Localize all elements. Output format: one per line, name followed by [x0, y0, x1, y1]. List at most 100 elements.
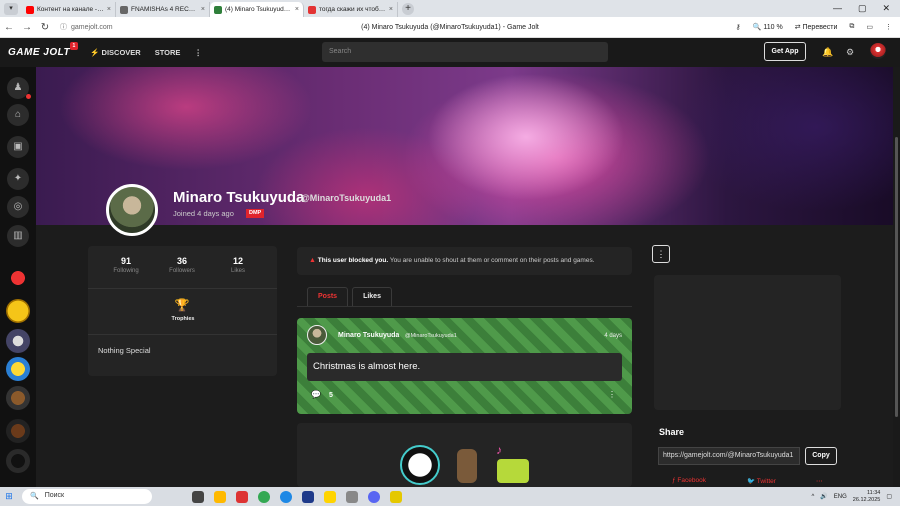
post-author-avatar[interactable]	[307, 325, 327, 345]
post-body: Christmas is almost here.	[307, 353, 622, 381]
sidebar-community-7[interactable]	[6, 449, 30, 473]
page-favicon-icon	[308, 5, 316, 14]
character-image	[497, 459, 529, 483]
facebook-label: Facebook	[677, 477, 706, 484]
address-bar-actions: ⚷ 🔍 110 % ⇄ Перевести ⧉ ▭ ⋮	[736, 23, 900, 31]
language-indicator[interactable]: ENG	[834, 494, 847, 500]
notifications-bell-icon[interactable]: 🔔	[822, 47, 833, 58]
sidebar-community-4[interactable]	[6, 357, 30, 381]
browser-tab-other[interactable]: тогда скажи их чтобы они ×	[304, 2, 398, 17]
stat-followers[interactable]: 36 Followers	[157, 256, 207, 274]
windows-start-icon[interactable]: ⊞	[0, 487, 18, 506]
browser-tab-gamejolt[interactable]: (4) Minaro Tsukuyuda (@MinaroTsukuyuda1)…	[210, 2, 304, 17]
activity-icon[interactable]: ⚙	[846, 47, 854, 58]
clock[interactable]: 11:34 26.12.2025	[853, 490, 881, 504]
trophy-icon[interactable]: 🏆	[173, 298, 191, 312]
volume-icon[interactable]: 🔊	[820, 493, 827, 500]
browser-address-bar: ← → ↻ ⓘ gamejolt.com (4) Minaro Tsukuyud…	[0, 17, 900, 38]
sidebar-quests-icon[interactable]: ✦	[7, 168, 29, 190]
nav-discover-label: DISCOVER	[101, 48, 141, 57]
sidebar-store-icon[interactable]: ⌂	[7, 104, 29, 126]
translate-button[interactable]: ⇄ Перевести	[795, 23, 838, 31]
comment-icon[interactable]: 💬	[311, 390, 321, 399]
key-icon[interactable]: ⚷	[736, 23, 741, 31]
search-input[interactable]: Search	[322, 42, 608, 62]
stat-value: 12	[232, 256, 243, 266]
tray-chevron-icon[interactable]: ^	[811, 494, 814, 500]
scroll-thumb[interactable]	[895, 137, 898, 417]
close-tab-icon[interactable]: ×	[295, 6, 299, 13]
tab-title: тогда скажи их чтобы они	[319, 6, 386, 13]
page-favicon-icon	[120, 5, 128, 14]
browser-tab-fnamishas[interactable]: FNAMISHAs 4 RECODED ×	[116, 2, 210, 17]
zoom-level[interactable]: 🔍 110 %	[753, 23, 783, 31]
reload-icon[interactable]: ↻	[36, 22, 54, 33]
back-icon[interactable]: ←	[0, 22, 18, 33]
sidebar-library-icon[interactable]: ▥	[7, 225, 29, 247]
trophies-label[interactable]: Trophies	[148, 316, 218, 322]
post-author-name[interactable]: Minaro Tsukuyuda	[338, 332, 399, 339]
profile-avatar[interactable]	[106, 184, 158, 236]
minimize-icon[interactable]: —	[833, 3, 842, 14]
new-tab-icon[interactable]: +	[402, 2, 414, 15]
nav-more-icon[interactable]: ⋮	[194, 48, 202, 57]
tab-posts[interactable]: Posts	[307, 287, 349, 307]
forward-icon[interactable]: →	[18, 22, 36, 33]
nav-store[interactable]: STORE	[155, 48, 181, 57]
site-info-icon[interactable]: ⓘ	[60, 22, 67, 32]
close-tab-icon[interactable]: ×	[389, 6, 393, 13]
left-sidebar: ♟ ⌂ ▣ ✦ ◎ ▥	[0, 67, 36, 487]
taskview-icon[interactable]	[192, 490, 204, 503]
tabs-divider	[297, 306, 632, 307]
share-facebook[interactable]: ƒ Facebook	[672, 477, 706, 484]
sidebar-community-1[interactable]	[6, 266, 30, 290]
share-url-field[interactable]: https://gamejolt.com/@MinaroTsukuyuda1	[658, 447, 800, 465]
tab-likes[interactable]: Likes	[352, 287, 392, 307]
notification-center-icon[interactable]: ▢	[886, 493, 892, 500]
share-more-icon[interactable]: ⋯	[816, 477, 823, 485]
tabs-icon[interactable]: ▭	[866, 23, 873, 31]
profile-more-icon[interactable]: ⋮	[652, 245, 670, 263]
browser-tab-youtube[interactable]: Контент на канале - YouTube ×	[22, 2, 116, 17]
user-avatar[interactable]	[870, 43, 886, 59]
warning-icon: ▲	[309, 257, 316, 264]
yandex-browser-icon[interactable]	[324, 490, 336, 503]
post-card-2[interactable]: ♪	[297, 423, 632, 487]
close-window-icon[interactable]: ✕	[882, 3, 890, 14]
browser-menu-icon[interactable]: ▾	[4, 2, 18, 15]
app-icon[interactable]	[346, 490, 358, 503]
post-more-icon[interactable]: ⋮	[608, 390, 616, 399]
gamejolt-logo[interactable]: GAME JOLT 1	[8, 42, 79, 58]
page-scrollbar[interactable]	[893, 67, 900, 487]
sidebar-realms-icon[interactable]: ◎	[7, 196, 29, 218]
stat-label: Followers	[169, 268, 195, 274]
sidebar-community-3[interactable]	[6, 329, 30, 353]
share-twitter[interactable]: 🐦 Twitter	[747, 477, 776, 485]
explorer-icon[interactable]	[214, 490, 226, 503]
taskbar-search-label: Поиск	[44, 492, 65, 499]
url-field[interactable]: ⓘ gamejolt.com	[60, 22, 210, 32]
sidebar-community-2[interactable]	[6, 299, 30, 323]
app-icon[interactable]	[302, 490, 314, 503]
stat-likes[interactable]: 12 Likes	[213, 256, 263, 274]
close-tab-icon[interactable]: ×	[107, 6, 111, 13]
get-app-button[interactable]: Get App	[764, 42, 806, 61]
sidebar-community-6[interactable]	[6, 419, 30, 443]
sidebar-inventory-icon[interactable]: ▣	[7, 136, 29, 158]
opera-icon[interactable]	[236, 490, 248, 503]
close-tab-icon[interactable]: ×	[201, 6, 205, 13]
stat-following[interactable]: 91 Following	[101, 256, 151, 274]
sidebar-community-5[interactable]	[6, 386, 30, 410]
post-card[interactable]: Minaro Tsukuyuda @MinaroTsukuyuda1 4 day…	[297, 318, 632, 414]
maximize-icon[interactable]: ▢	[858, 3, 867, 14]
extensions-icon[interactable]: ⧉	[849, 23, 854, 31]
taskbar-search[interactable]: 🔍 Поиск	[22, 489, 152, 504]
notice-text: You are unable to shout at them or comme…	[388, 257, 595, 264]
more-icon[interactable]: ⋮	[885, 23, 892, 31]
discord-icon[interactable]	[368, 490, 380, 503]
chrome-icon[interactable]	[258, 490, 270, 503]
app-icon[interactable]	[390, 490, 402, 503]
copy-button[interactable]: Copy	[805, 447, 837, 465]
nav-discover[interactable]: ⚡ DISCOVER	[90, 48, 141, 57]
edge-icon[interactable]	[280, 490, 292, 503]
